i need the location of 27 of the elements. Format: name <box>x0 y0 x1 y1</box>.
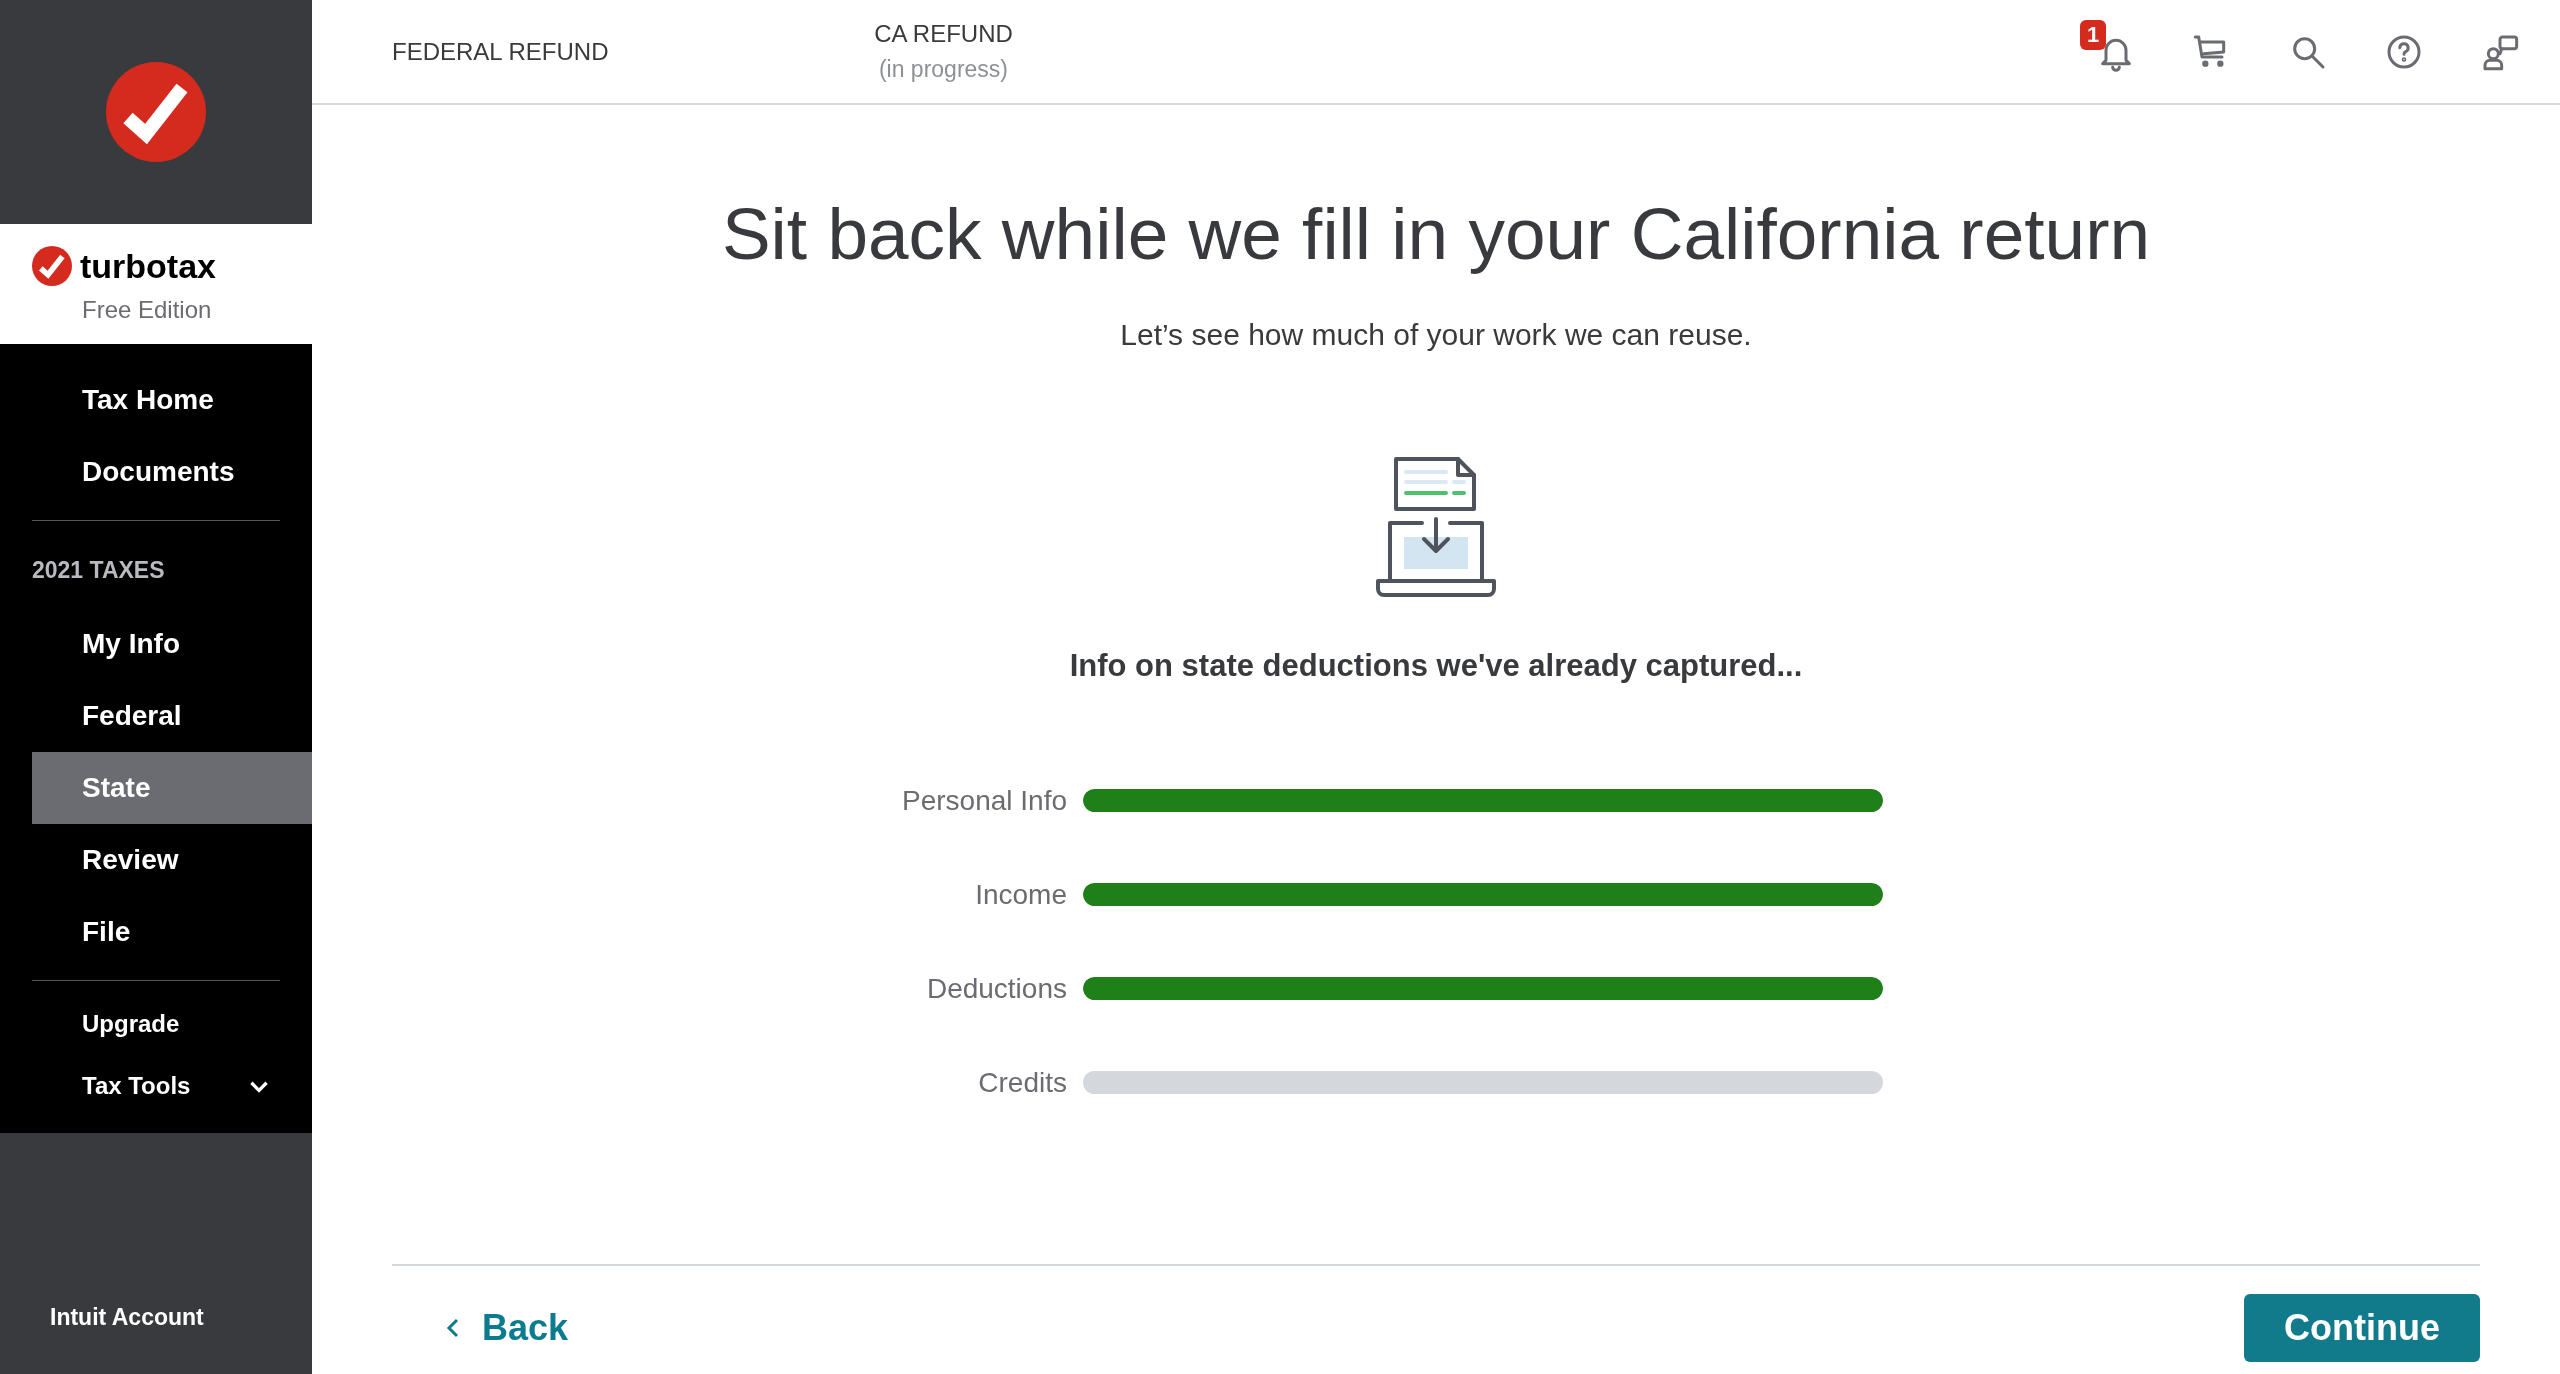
nav-item[interactable]: My Info <box>32 607 312 680</box>
progress-label: Income <box>974 877 1067 912</box>
brand-name: turbotax <box>80 245 216 287</box>
progress-label: Personal Info <box>901 783 1067 818</box>
logo-icon <box>32 246 72 286</box>
notification-count: 1 <box>2080 19 2107 50</box>
section-heading: 2021 TAXES <box>31 556 166 585</box>
continue-button[interactable]: Continue <box>2244 1294 2480 1362</box>
nav-item[interactable]: Upgrade <box>32 992 312 1055</box>
capture-caption: Info on state deductions we've already captured... <box>1069 647 1803 685</box>
refund-status: (in progress) <box>878 55 1008 85</box>
nav-item[interactable]: Documents <box>32 436 312 508</box>
logo-icon <box>106 62 206 162</box>
edition-label: Free Edition <box>81 294 213 325</box>
nav-item[interactable]: Tax Tools <box>32 1054 312 1117</box>
refund-label[interactable]: CA REFUND <box>874 16 1013 53</box>
account-link[interactable]: Intuit Account <box>50 1299 204 1334</box>
nav-item[interactable]: Review <box>32 823 312 896</box>
nav-item[interactable]: Federal <box>32 679 312 752</box>
nav-item[interactable]: File <box>32 895 312 968</box>
progress-label: Credits <box>977 1065 1067 1100</box>
refund-label[interactable]: FEDERAL REFUND <box>392 33 609 70</box>
nav-item[interactable]: Tax Home <box>32 364 312 436</box>
nav-item[interactable]: State <box>32 751 312 824</box>
progress-label: Deductions <box>925 971 1067 1006</box>
back-link[interactable]: Back <box>392 1301 569 1355</box>
page-subtitle: Let’s see how much of your work we can reuse. <box>1120 317 1752 353</box>
